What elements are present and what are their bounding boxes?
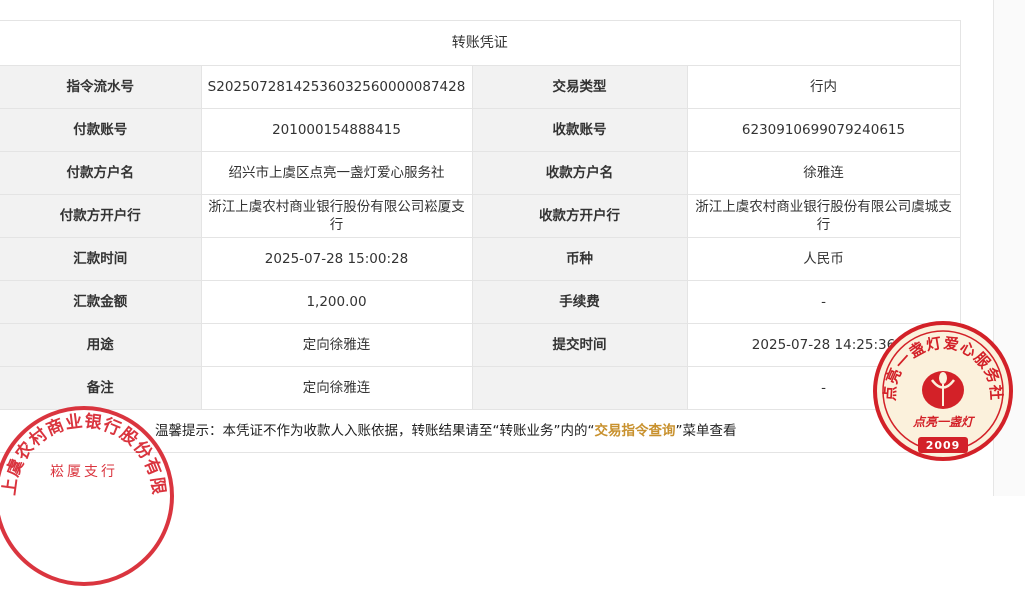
field-label: 收款方开户行 <box>471 194 688 238</box>
field-value: 201000154888415 <box>200 108 473 152</box>
org-seal-inner-text: 点亮一盏灯 <box>912 415 976 429</box>
svg-text:浙江上虞农村商业银行股份有限公司: 浙江上虞农村商业银行股份有限公司 <box>0 402 168 496</box>
tip-prefix: 温馨提示：本凭证不作为收款人入账依据，转账结果请至“转账业务”内的“ <box>155 423 595 439</box>
bank-seal-stamp: 浙江上虞农村商业银行股份有限公司 崧厦支行 <box>0 402 174 586</box>
org-seal-year: 2009 <box>926 439 961 452</box>
transfer-voucher-table: 转账凭证 指令流水号 S2025072814253603256000008742… <box>0 20 961 453</box>
field-value: 1,200.00 <box>200 280 473 324</box>
field-label: 币种 <box>471 237 688 281</box>
field-label: 手续费 <box>471 280 688 324</box>
field-value: 徐雅连 <box>686 151 961 195</box>
field-value: 行内 <box>686 65 961 109</box>
field-label: 汇款金额 <box>0 280 202 324</box>
transaction-query-link[interactable]: 交易指令查询 <box>594 423 675 439</box>
field-label: 交易类型 <box>471 65 688 109</box>
bank-seal-branch: 崧厦支行 <box>50 464 118 480</box>
field-label: 收款方户名 <box>471 151 688 195</box>
voucher-title: 转账凭证 <box>0 20 961 66</box>
field-value: 2025-07-28 15:00:28 <box>200 237 473 281</box>
field-label: 汇款时间 <box>0 237 202 281</box>
field-value: - <box>686 280 961 324</box>
field-label: 付款方户名 <box>0 151 202 195</box>
field-value: S20250728142536032560000087428 <box>200 65 473 109</box>
table-row: 用途 定向徐雅连 提交时间 2025-07-28 14:25:36 <box>0 323 961 367</box>
table-row: 汇款金额 1,200.00 手续费 - <box>0 280 961 324</box>
field-value: 浙江上虞农村商业银行股份有限公司崧厦支行 <box>200 194 473 238</box>
org-seal-stamp: 点亮一盏灯爱心服务社 点亮一盏灯 2009 <box>873 321 1013 461</box>
table-row: 付款方户名 绍兴市上虞区点亮一盏灯爱心服务社 收款方户名 徐雅连 <box>0 151 961 195</box>
tip-suffix: ”菜单查看 <box>675 423 737 439</box>
table-row: 付款账号 201000154888415 收款账号 62309106990792… <box>0 108 961 152</box>
table-row: 汇款时间 2025-07-28 15:00:28 币种 人民币 <box>0 237 961 281</box>
field-value: 绍兴市上虞区点亮一盏灯爱心服务社 <box>200 151 473 195</box>
field-label: 收款账号 <box>471 108 688 152</box>
field-label <box>471 366 688 410</box>
table-row: 付款方开户行 浙江上虞农村商业银行股份有限公司崧厦支行 收款方开户行 浙江上虞农… <box>0 194 961 238</box>
field-value: 6230910699079240615 <box>686 108 961 152</box>
field-value: 人民币 <box>686 237 961 281</box>
table-row: 指令流水号 S20250728142536032560000087428 交易类… <box>0 65 961 109</box>
field-label: 付款方开户行 <box>0 194 202 238</box>
field-label: 指令流水号 <box>0 65 202 109</box>
field-value: 定向徐雅连 <box>200 366 473 410</box>
heart-hands-icon <box>922 371 964 409</box>
bank-seal-text: 浙江上虞农村商业银行股份有限公司 <box>0 402 167 496</box>
field-label: 付款账号 <box>0 108 202 152</box>
field-label: 用途 <box>0 323 202 367</box>
field-value: 定向徐雅连 <box>200 323 473 367</box>
field-label: 提交时间 <box>471 323 688 367</box>
field-value: 浙江上虞农村商业银行股份有限公司虞城支行 <box>686 194 961 238</box>
